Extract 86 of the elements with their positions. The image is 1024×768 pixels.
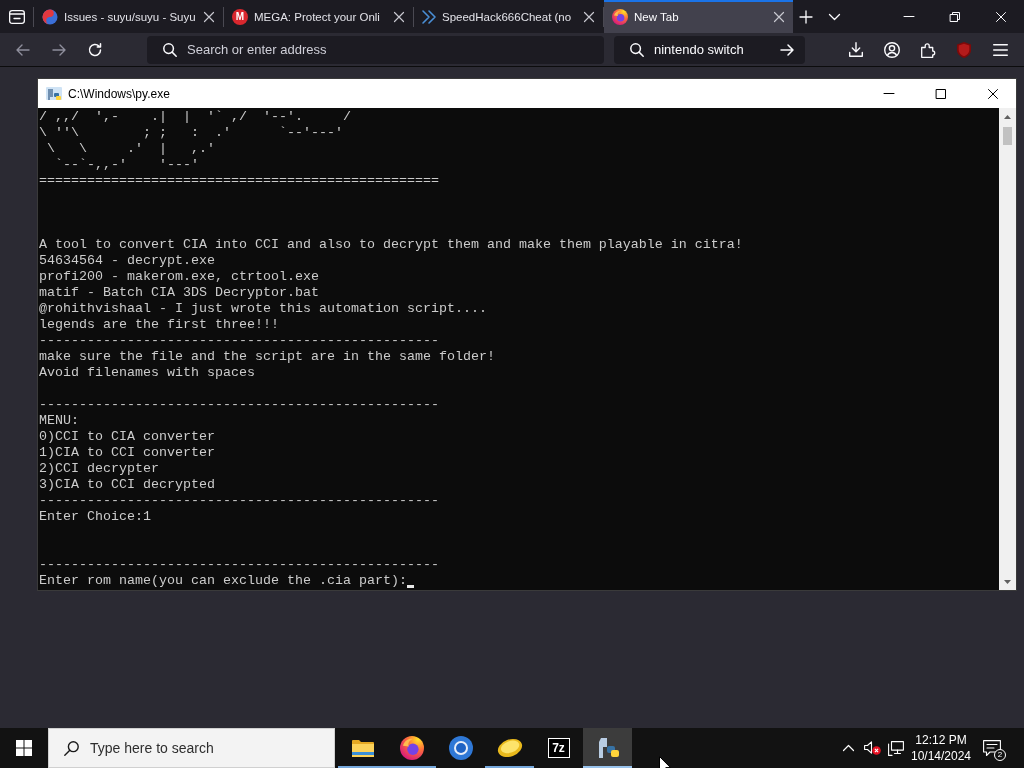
arrow-left-icon	[16, 43, 30, 56]
console-line: `--`-,,-' '---'	[54, 157, 199, 173]
tab-list-icon	[8, 9, 25, 24]
address-input[interactable]: Search or enter address	[187, 39, 594, 60]
text-cursor-icon	[406, 585, 414, 588]
window-title: C:\Windows\py.exe	[68, 86, 170, 101]
console-line: --------------------------------------------------	[39, 333, 439, 349]
console-line: @rohithvishaal - I just wrote this automation script....	[39, 301, 487, 317]
console-line: \ \ .' | ,.'	[46, 141, 215, 157]
console-line: matif - Batch CIA 3DS Decryptor.bat	[39, 285, 319, 301]
ring-logo-icon	[448, 736, 473, 760]
close-icon	[394, 11, 404, 22]
taskbar-app-button[interactable]: 7z	[534, 728, 583, 768]
taskbar-app-button[interactable]	[583, 728, 632, 768]
scrollbar[interactable]	[999, 108, 1016, 590]
console-line: Enter Choice:1	[39, 509, 151, 525]
console-line: profi200 - makerom.exe, ctrtool.exe	[39, 269, 319, 285]
muted-speaker-icon	[863, 741, 881, 755]
reload-icon	[88, 42, 102, 57]
console-line: / ,,/ ',- .| | '` ,/ '--'. /	[39, 109, 351, 125]
console-line: MENU:	[39, 413, 79, 429]
maximize-icon	[936, 88, 946, 99]
browser-tab[interactable]: Issues - suyu/suyu - Suyu	[34, 0, 223, 33]
triangle-down-icon	[1004, 579, 1011, 584]
console-line: 3)CIA to CCI decrypted	[39, 477, 215, 493]
console-line: make sure the file and the script are in the same folder!	[39, 349, 495, 365]
monitor-icon	[888, 740, 904, 756]
search-field[interactable]: nintendo switch	[614, 35, 805, 64]
console-line: 0)CCI to CIA converter	[39, 429, 215, 445]
browser-logo-icon	[399, 736, 424, 760]
browser-logo-icon	[612, 8, 628, 25]
puzzle-icon	[920, 41, 936, 58]
browser-tab[interactable]: M MEGA: Protect your Onli	[224, 0, 413, 33]
browser-tab[interactable]: SpeedHack666Cheat (no	[414, 0, 603, 33]
console-line: ==================================================	[39, 173, 439, 189]
console-line: \ ''\ ; ; : .' `--'---'	[39, 125, 343, 141]
search-icon	[163, 42, 177, 57]
taskbar-search-input[interactable]: Type here to search	[90, 738, 334, 758]
search-icon	[64, 740, 79, 756]
arrow-right-icon	[52, 43, 66, 56]
double-chevron-icon	[422, 9, 436, 24]
minimize-icon	[904, 16, 914, 17]
go-button[interactable]	[779, 41, 795, 58]
scrollbar-thumb[interactable]	[1003, 127, 1012, 145]
arrow-right-icon	[780, 43, 794, 56]
menu-icon	[992, 43, 1008, 56]
chevron-down-icon	[828, 13, 840, 20]
close-icon	[204, 11, 214, 22]
app-logo: 7z	[547, 738, 570, 758]
shield-icon	[957, 41, 971, 58]
app-icon	[46, 85, 62, 102]
console-prompt: Enter rom name(you can exclude the .cia part):	[39, 573, 407, 589]
console-line: --------------------------------------------------	[39, 493, 439, 509]
account-icon	[884, 41, 900, 58]
windows-logo-icon	[16, 740, 32, 756]
clock[interactable]: 12:12 PM 10/14/2024	[908, 728, 974, 768]
folder-icon	[351, 739, 374, 757]
close-icon	[774, 11, 784, 22]
console-line: 54634564 - decrypt.exe	[39, 253, 215, 269]
download-icon	[849, 42, 863, 57]
console-line: A tool to convert CIA into CCI and also to decrypt them and make them playable in citra!	[39, 237, 743, 253]
restore-icon	[950, 11, 960, 22]
favicon-logo: M	[232, 8, 248, 25]
console-line: --------------------------------------------------	[39, 557, 439, 573]
console-line: Avoid filenames with spaces	[39, 365, 255, 381]
search-input[interactable]: nintendo switch	[654, 39, 769, 60]
console-line: --------------------------------------------------	[39, 397, 439, 413]
notifications-button[interactable]: 2	[974, 728, 1010, 768]
minimize-icon	[884, 93, 894, 94]
close-icon	[988, 88, 998, 99]
chevron-up-icon	[842, 745, 854, 751]
close-icon	[584, 11, 594, 22]
taskbar-search-field[interactable]: Type here to search	[48, 728, 335, 768]
close-icon	[996, 11, 1006, 22]
triangle-up-icon	[1004, 114, 1011, 119]
swirl-logo-icon	[42, 8, 58, 25]
browser-tab[interactable]: New Tab	[604, 0, 793, 33]
console-line: 1)CIA to CCI converter	[39, 445, 215, 461]
plus-icon	[800, 10, 812, 23]
console-line: 2)CCI decrypter	[39, 461, 159, 477]
address-field[interactable]: Search or enter address	[147, 35, 604, 64]
message-icon	[983, 739, 1001, 757]
coin-icon	[496, 738, 523, 758]
console-line: legends are the first three!!!	[39, 317, 279, 333]
search-icon	[630, 42, 644, 57]
notification-count: 2	[994, 749, 1006, 761]
